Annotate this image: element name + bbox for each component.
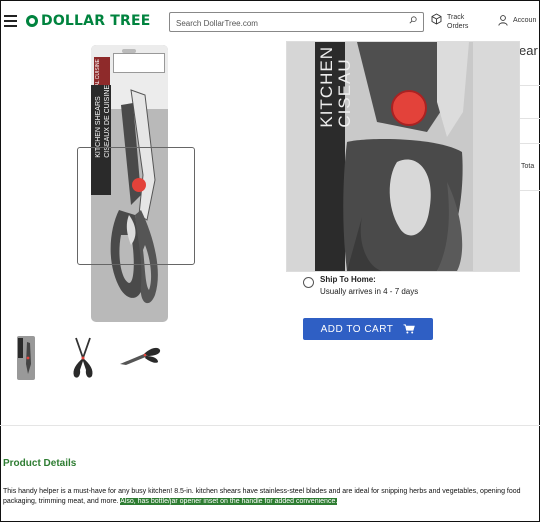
ship-to-home-option[interactable]: Ship To Home: Usually arrives in 4 - 7 d… <box>303 275 418 296</box>
logo-text: DOLLAR TREE <box>41 13 151 29</box>
cart-icon <box>403 324 416 334</box>
menu-icon[interactable] <box>4 15 17 27</box>
zoom-preview-panel: KITCHEN CISEAU <box>287 42 519 271</box>
zoom-scissors-illustration <box>343 42 469 271</box>
divider-line <box>519 143 540 144</box>
logo-mark-icon <box>26 15 38 27</box>
product-details-text: This handy helper is a must-have for any… <box>3 487 539 507</box>
search-input[interactable] <box>170 14 402 33</box>
divider-line <box>519 190 540 191</box>
product-details-highlight: Also, has bottle/jar opener inset on the… <box>120 498 338 505</box>
track-orders-link[interactable]: Track Orders <box>431 13 468 31</box>
search-icon[interactable] <box>409 16 417 24</box>
add-to-cart-button[interactable]: ADD TO CART <box>303 318 433 340</box>
track-orders-label: Track Orders <box>447 14 469 30</box>
divider-line <box>519 118 540 119</box>
thumbnail-open-scissors[interactable] <box>68 334 98 382</box>
ship-to-home-title: Ship To Home: <box>320 275 376 284</box>
product-details-heading: Product Details <box>3 458 77 469</box>
search-bar <box>169 12 424 33</box>
user-icon <box>498 15 508 26</box>
ship-to-home-subtitle: Usually arrives in 4 - 7 days <box>320 287 419 296</box>
thumbnail-closed-scissors[interactable] <box>118 334 162 382</box>
package-icon <box>431 13 442 25</box>
add-to-cart-label: ADD TO CART <box>320 323 394 335</box>
ship-to-home-radio[interactable] <box>303 277 314 288</box>
thumbnail-package[interactable] <box>15 334 37 382</box>
dollar-tree-logo[interactable]: DOLLAR TREE <box>26 13 151 29</box>
site-header: DOLLAR TREE Track Orders Accoun <box>0 0 540 42</box>
zoom-lens[interactable] <box>77 147 195 265</box>
thumbnail-strip <box>0 334 200 382</box>
account-link[interactable]: Accoun <box>498 15 536 26</box>
account-label: Accoun <box>513 17 537 24</box>
product-title-fragment: ear <box>519 43 538 58</box>
section-divider <box>0 425 540 426</box>
product-gallery: ROYAL CUISINE KITCHEN SHEARS CISEAUX DE … <box>0 40 290 330</box>
total-label: Tota <box>521 163 535 170</box>
divider-line <box>519 85 540 86</box>
